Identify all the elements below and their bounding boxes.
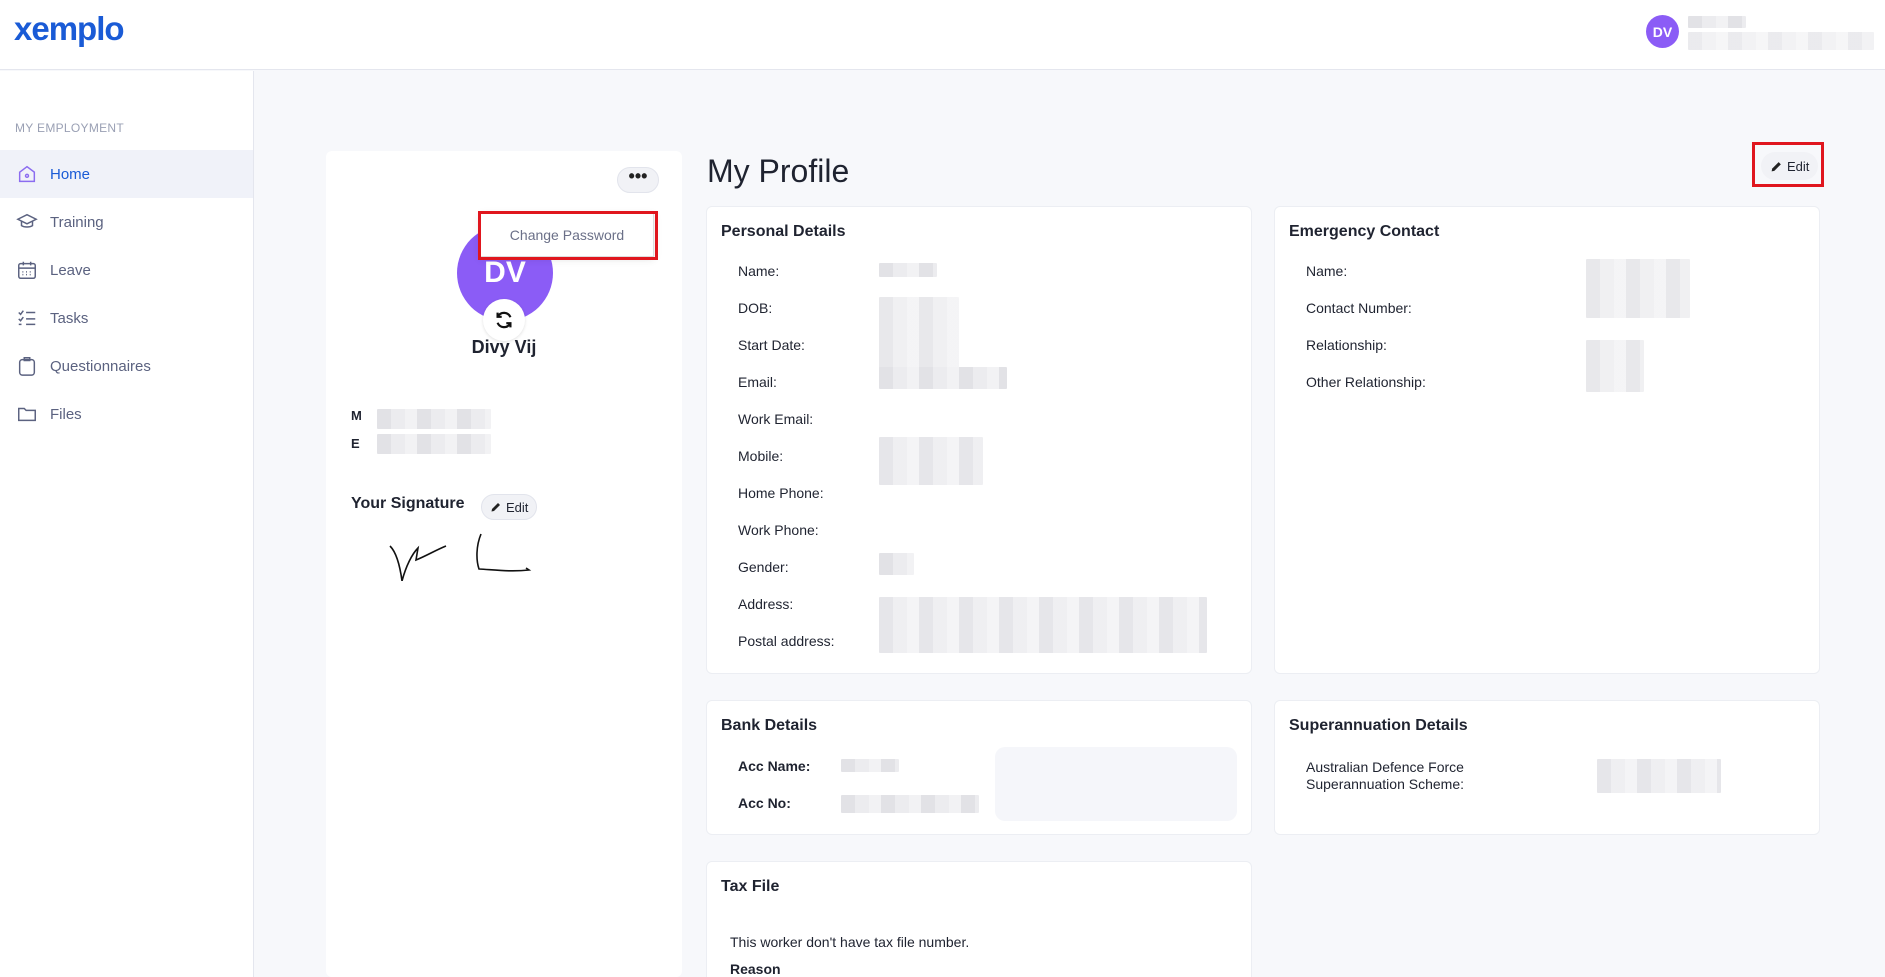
sidebar-item-home[interactable]: Home bbox=[0, 150, 253, 198]
mobile-value-redacted bbox=[377, 409, 491, 429]
relationship-label: Relationship: bbox=[1306, 337, 1387, 353]
start-date-label: Start Date: bbox=[738, 337, 805, 353]
name-label: Name: bbox=[738, 263, 780, 279]
superannuation-card: Superannuation Details Australian Defenc… bbox=[1274, 700, 1820, 835]
work-phone-label: Work Phone: bbox=[738, 522, 819, 538]
email-value-redacted bbox=[879, 367, 1007, 389]
acc-no-label: Acc No: bbox=[738, 795, 791, 811]
graduation-cap-icon bbox=[16, 211, 38, 233]
profile-summary-card: ••• DV Change Password Divy Vij M E Your… bbox=[326, 151, 682, 977]
card-title: Emergency Contact bbox=[1289, 223, 1440, 240]
refresh-icon[interactable] bbox=[483, 299, 525, 341]
mobile-label: Mobile: bbox=[738, 448, 784, 464]
address-value-redacted bbox=[879, 597, 1207, 653]
user-name-redacted bbox=[1688, 16, 1746, 28]
contact-number-label: Contact Number: bbox=[1306, 300, 1412, 316]
clipboard-icon bbox=[16, 355, 38, 377]
sidebar-item-leave[interactable]: Leave bbox=[0, 246, 253, 294]
card-title: Superannuation Details bbox=[1289, 717, 1468, 734]
signature-image bbox=[389, 533, 532, 581]
home-phone-label: Home Phone: bbox=[738, 485, 824, 501]
mobile-label: M bbox=[351, 408, 362, 423]
edit-profile-label: Edit bbox=[1787, 158, 1810, 174]
tax-file-card: Tax File This worker don't have tax file… bbox=[706, 861, 1252, 977]
signature-title: Your Signature bbox=[351, 495, 465, 512]
sidebar-item-label: Leave bbox=[50, 261, 91, 279]
sidebar-item-label: Questionnaires bbox=[50, 357, 151, 375]
other-relationship-label: Other Relationship: bbox=[1306, 374, 1426, 390]
name-value-redacted bbox=[879, 263, 937, 277]
edit-profile-button[interactable]: Edit bbox=[1761, 152, 1819, 180]
email-label: Email: bbox=[738, 374, 777, 390]
dob-label: DOB: bbox=[738, 300, 773, 316]
address-label: Address: bbox=[738, 596, 794, 612]
xemplo-logo[interactable]: xemplo bbox=[14, 10, 125, 48]
pencil-icon bbox=[491, 503, 500, 512]
sidebar-item-tasks[interactable]: Tasks bbox=[0, 294, 253, 342]
ec-name-label: Name: bbox=[1306, 263, 1348, 279]
ec-name-number-redacted bbox=[1586, 259, 1690, 318]
signature-edit-label: Edit bbox=[506, 499, 529, 515]
signature-edit-button[interactable]: Edit bbox=[481, 494, 538, 520]
work-email-label: Work Email: bbox=[738, 411, 814, 427]
acc-name-label: Acc Name: bbox=[738, 758, 811, 774]
bank-details-card: Bank Details Acc Name: Acc No: bbox=[706, 700, 1252, 835]
bank-info-panel bbox=[995, 747, 1237, 821]
user-avatar[interactable]: DV bbox=[1646, 15, 1679, 48]
relationship-value-redacted bbox=[1586, 340, 1644, 392]
folder-icon bbox=[16, 403, 38, 425]
gender-value-redacted bbox=[879, 553, 914, 575]
acc-name-value-redacted bbox=[841, 759, 899, 772]
card-title: Bank Details bbox=[721, 717, 818, 734]
sidebar-item-label: Tasks bbox=[50, 309, 89, 327]
page-title: My Profile bbox=[707, 153, 850, 189]
sidebar-item-training[interactable]: Training bbox=[0, 198, 253, 246]
dob-start-value-redacted bbox=[879, 297, 959, 373]
more-options-button[interactable]: ••• bbox=[617, 167, 659, 193]
sidebar-item-label: Training bbox=[50, 213, 104, 231]
tax-reason-label: Reason bbox=[730, 961, 781, 977]
emergency-contact-card: Emergency Contact Name: Contact Number: … bbox=[1274, 206, 1820, 674]
profile-name: Divy Vij bbox=[471, 337, 537, 357]
calendar-icon bbox=[16, 259, 38, 281]
super-value-redacted bbox=[1597, 759, 1721, 793]
email-value-redacted bbox=[377, 434, 491, 454]
email-label: E bbox=[351, 436, 360, 451]
sidebar-item-label: Files bbox=[50, 405, 82, 423]
pencil-icon bbox=[1771, 161, 1781, 171]
top-bar: xemplo DV bbox=[0, 0, 1885, 70]
super-fund-label: Australian Defence Force Superannuation … bbox=[1306, 759, 1464, 792]
sidebar-item-label: Home bbox=[50, 165, 91, 183]
mobile-value-redacted bbox=[879, 437, 983, 485]
sidebar-item-questionnaires[interactable]: Questionnaires bbox=[0, 342, 253, 390]
card-title: Tax File bbox=[721, 878, 780, 895]
checklist-icon bbox=[16, 307, 38, 329]
acc-no-value-redacted bbox=[841, 795, 979, 813]
personal-details-card: Personal Details Name: DOB: Start Date: … bbox=[706, 206, 1252, 674]
postal-address-label: Postal address: bbox=[738, 633, 835, 649]
gender-label: Gender: bbox=[738, 559, 789, 575]
change-password-menu-item[interactable]: Change Password bbox=[480, 213, 654, 257]
card-title: Personal Details bbox=[721, 223, 846, 240]
sidebar-section-label: MY EMPLOYMENT bbox=[15, 121, 125, 135]
sidebar: MY EMPLOYMENT Home Training Leave Tasks … bbox=[0, 71, 254, 977]
tax-file-message: This worker don't have tax file number. bbox=[730, 934, 970, 950]
user-email-redacted bbox=[1688, 32, 1874, 50]
sidebar-item-files[interactable]: Files bbox=[0, 390, 253, 438]
home-icon bbox=[16, 163, 38, 185]
